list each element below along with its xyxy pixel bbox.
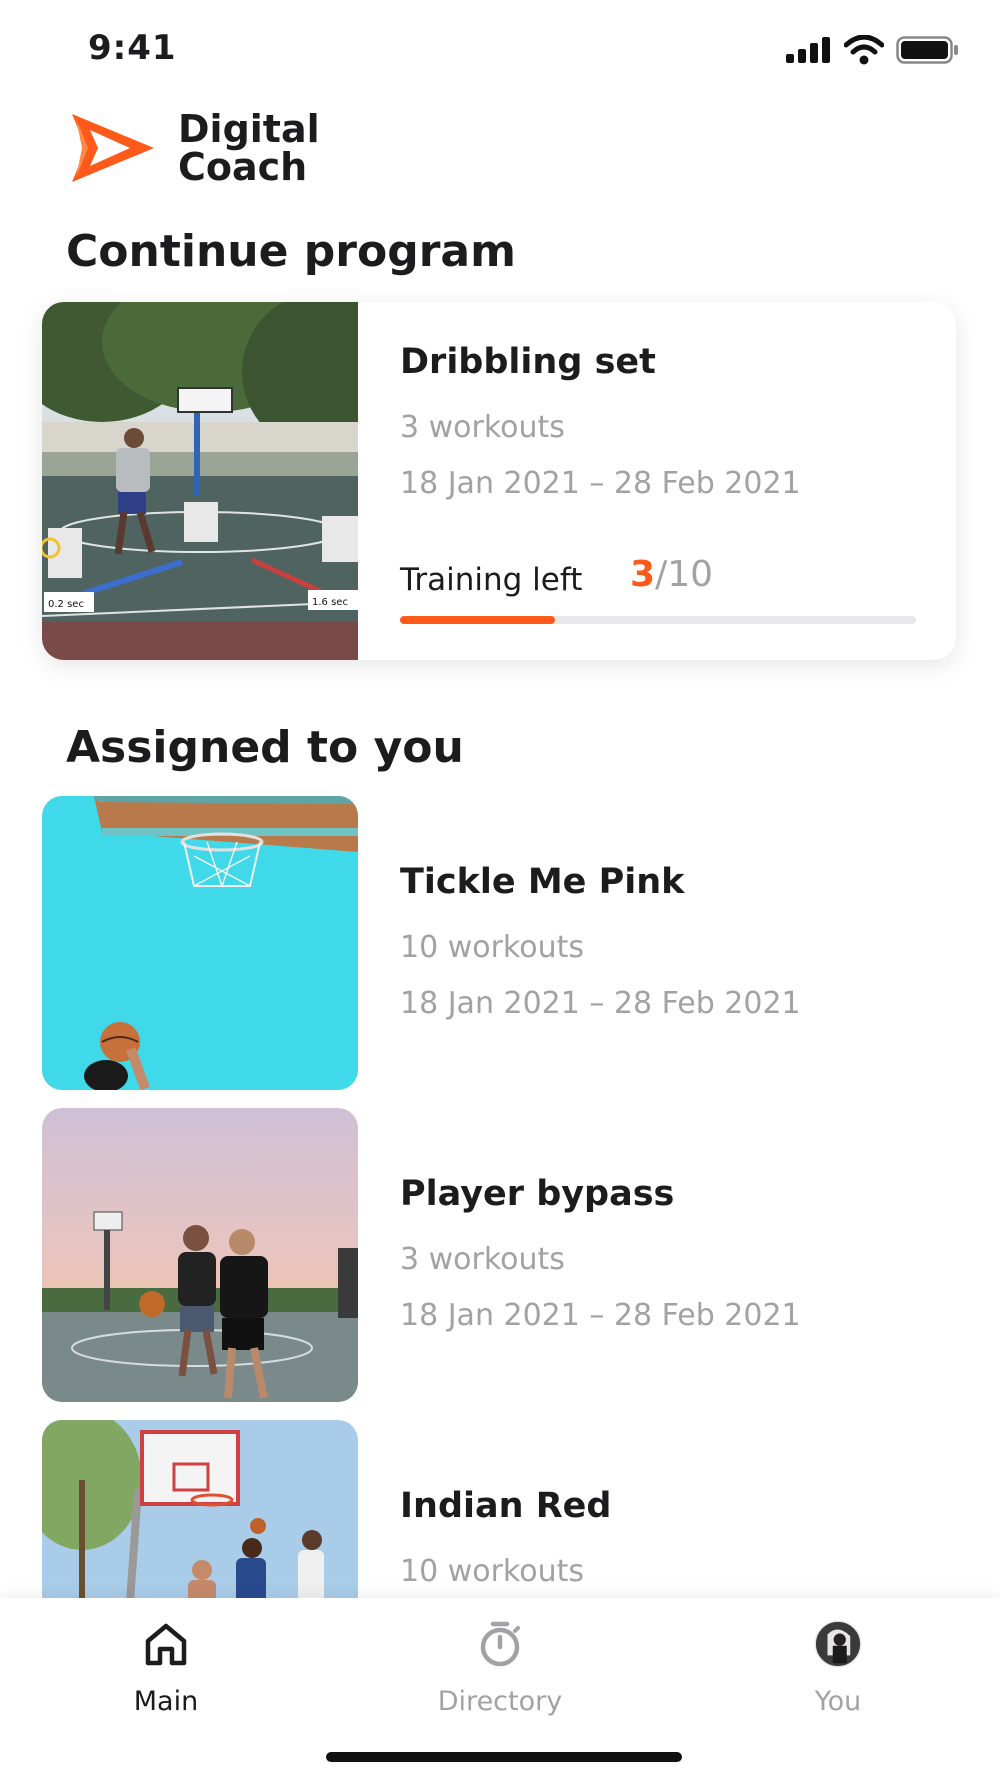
avatar <box>810 1616 866 1672</box>
home-indicator <box>326 1752 682 1762</box>
training-current: 3 <box>630 554 656 595</box>
item-dates: 18 Jan 2021 – 28 Feb 2021 <box>400 1298 801 1333</box>
training-total: /10 <box>655 554 713 595</box>
home-icon <box>138 1616 194 1672</box>
item-dates: 18 Jan 2021 – 28 Feb 2021 <box>400 986 801 1021</box>
status-time: 9:41 <box>88 28 177 68</box>
training-progress-bar <box>400 616 916 624</box>
brand-line-1: Digital <box>178 107 320 151</box>
time-label-left: 0.2 sec <box>48 599 84 610</box>
assigned-item-tickle-me-pink[interactable]: Tickle Me Pink 10 workouts 18 Jan 2021 –… <box>42 796 956 1090</box>
stopwatch-icon <box>472 1616 528 1672</box>
tab-you[interactable]: You <box>738 1616 938 1717</box>
brand-line-2: Coach <box>178 145 308 189</box>
battery-icon <box>896 36 958 64</box>
signal-icon <box>786 37 830 63</box>
status-icons <box>786 32 960 68</box>
wifi-icon <box>844 35 884 65</box>
tab-bar: Main Directory You <box>0 1598 1000 1778</box>
program-workouts: 3 workouts <box>400 410 565 445</box>
assigned-section-title: Assigned to you <box>66 722 464 773</box>
tab-label: Main <box>133 1686 199 1717</box>
item-title: Tickle Me Pink <box>400 862 685 902</box>
training-progress-fill <box>400 616 555 624</box>
time-label-right: 1.6 sec <box>312 597 348 608</box>
play-logo-icon <box>72 114 154 182</box>
continue-section-title: Continue program <box>66 226 516 277</box>
status-bar: 9:41 <box>0 0 1000 100</box>
continue-program-card[interactable]: 0.2 sec 1.6 sec Dribbling set 3 workouts… <box>42 302 956 660</box>
tickle-me-pink-thumbnail <box>42 796 358 1090</box>
tab-directory[interactable]: Directory <box>400 1616 600 1717</box>
item-workouts: 3 workouts <box>400 1242 565 1277</box>
brand-name: Digital Coach <box>178 110 320 186</box>
item-workouts: 10 workouts <box>400 1554 584 1589</box>
tab-main[interactable]: Main <box>66 1616 266 1717</box>
player-bypass-thumbnail <box>42 1108 358 1402</box>
training-count: 3/10 <box>630 554 713 595</box>
app-logo: Digital Coach <box>68 110 320 186</box>
training-left-label: Training left <box>400 562 583 598</box>
program-dates: 18 Jan 2021 – 28 Feb 2021 <box>400 466 801 501</box>
assigned-item-player-bypass[interactable]: Player bypass 3 workouts 18 Jan 2021 – 2… <box>42 1108 956 1402</box>
dribbling-thumbnail: 0.2 sec 1.6 sec <box>42 302 358 660</box>
item-title: Player bypass <box>400 1174 675 1214</box>
item-workouts: 10 workouts <box>400 930 584 965</box>
tab-label: You <box>814 1686 862 1717</box>
tab-label: Directory <box>437 1686 563 1717</box>
item-title: Indian Red <box>400 1486 612 1526</box>
program-title: Dribbling set <box>400 342 656 382</box>
